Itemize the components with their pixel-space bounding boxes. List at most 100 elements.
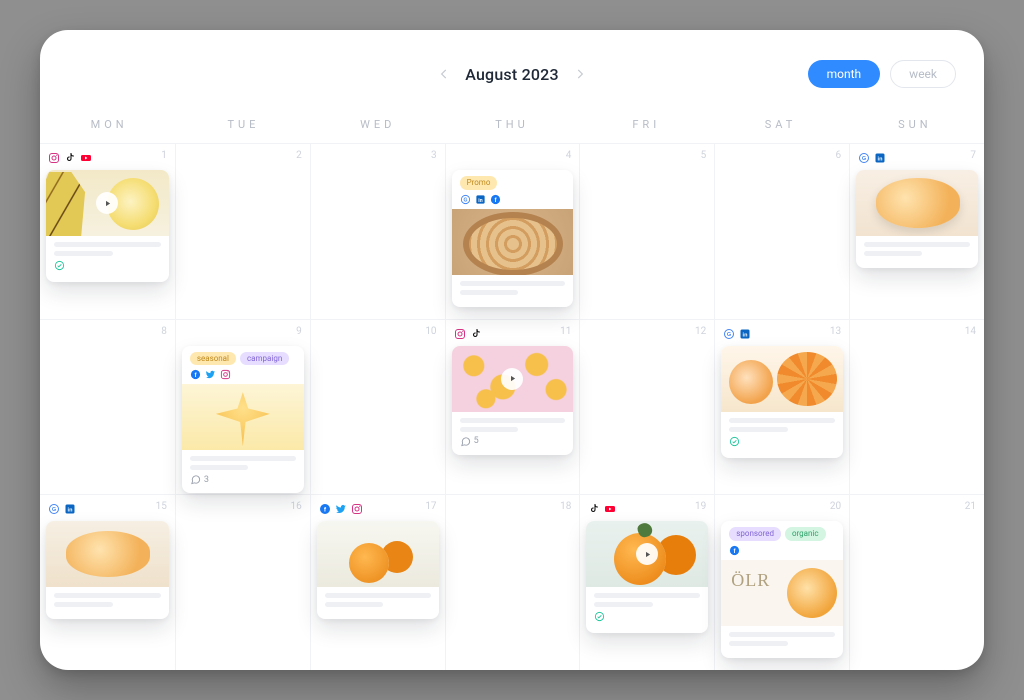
day-cell[interactable]: 1 xyxy=(40,143,175,319)
card-footer xyxy=(46,587,169,619)
calendar-grid: 1234PromoGinf567Gin89seasonalcampaignf31… xyxy=(40,143,984,670)
card-tag: organic xyxy=(785,527,826,541)
card-thumbnail xyxy=(317,521,439,587)
day-cell[interactable]: 17f xyxy=(310,494,445,670)
post-card[interactable] xyxy=(46,521,169,619)
post-card[interactable]: seasonalcampaignf3 xyxy=(182,346,304,494)
day-number: 6 xyxy=(836,150,842,161)
view-toggle: month week xyxy=(808,60,956,88)
post-card[interactable] xyxy=(317,521,439,619)
svg-text:G: G xyxy=(727,332,731,338)
weekday-label: WED xyxy=(311,118,445,131)
day-cell[interactable]: 10 xyxy=(310,319,445,495)
facebook-icon: f xyxy=(319,503,331,515)
next-month-button[interactable] xyxy=(573,67,587,81)
day-number: 19 xyxy=(695,501,706,512)
post-card[interactable]: sponsoredorganicf xyxy=(721,521,843,658)
day-cell[interactable]: 13Gin xyxy=(714,319,849,495)
card-thumbnail xyxy=(182,384,304,450)
day-number: 14 xyxy=(965,326,976,337)
card-footer xyxy=(452,275,574,307)
post-card[interactable] xyxy=(856,170,978,268)
header: August 2023 month week xyxy=(40,30,984,118)
day-cell[interactable]: 20sponsoredorganicf xyxy=(714,494,849,670)
day-cell[interactable]: 8 xyxy=(40,319,175,495)
card-thumbnail xyxy=(46,170,169,236)
post-card[interactable]: 5 xyxy=(452,346,574,455)
instagram-icon xyxy=(454,328,466,340)
calendar-window: August 2023 month week MON TUE WED THU F… xyxy=(40,30,984,670)
card-footer xyxy=(721,412,843,458)
day-cell[interactable]: 3 xyxy=(310,143,445,319)
day-cell[interactable]: 5 xyxy=(579,143,714,319)
post-card[interactable]: PromoGinf xyxy=(452,170,574,307)
tiktok-icon xyxy=(588,503,600,515)
facebook-icon: f xyxy=(190,369,201,380)
play-icon xyxy=(636,543,658,565)
instagram-icon xyxy=(351,503,363,515)
day-cell[interactable]: 19 xyxy=(579,494,714,670)
youtube-icon xyxy=(604,503,616,515)
day-cell[interactable]: 16 xyxy=(175,494,310,670)
view-month-button[interactable]: month xyxy=(808,60,881,88)
platform-icons xyxy=(588,503,616,515)
day-cell[interactable]: 21 xyxy=(849,494,984,670)
card-platform-icons: Ginf xyxy=(452,194,574,209)
day-number: 21 xyxy=(965,501,976,512)
weekday-label: SAT xyxy=(713,118,847,131)
day-cell[interactable]: 18 xyxy=(445,494,580,670)
weekday-label: THU xyxy=(445,118,579,131)
day-cell[interactable]: 2 xyxy=(175,143,310,319)
day-number: 16 xyxy=(290,501,301,512)
day-number: 12 xyxy=(695,326,706,337)
card-footer: 5 xyxy=(452,412,574,455)
day-number: 10 xyxy=(425,326,436,337)
weekday-label: FRI xyxy=(579,118,713,131)
weekday-label: TUE xyxy=(176,118,310,131)
day-cell[interactable]: 4PromoGinf xyxy=(445,143,580,319)
day-number: 7 xyxy=(970,150,976,161)
day-number: 5 xyxy=(701,150,707,161)
svg-text:f: f xyxy=(194,373,196,379)
day-number: 1 xyxy=(161,150,167,161)
google-icon: G xyxy=(48,503,60,515)
view-week-button[interactable]: week xyxy=(890,60,956,88)
day-cell[interactable]: 9seasonalcampaignf3 xyxy=(175,319,310,495)
day-number: 8 xyxy=(161,326,167,337)
platform-icons: Gin xyxy=(858,152,886,164)
card-thumbnail xyxy=(46,521,169,587)
day-cell[interactable]: 12 xyxy=(579,319,714,495)
card-platform-icons: f xyxy=(721,545,843,560)
month-title: August 2023 xyxy=(465,65,559,84)
day-cell[interactable]: 15Gin xyxy=(40,494,175,670)
twitter-icon xyxy=(205,369,216,380)
tiktok-icon xyxy=(64,152,76,164)
card-footer xyxy=(46,236,169,282)
day-cell[interactable]: 6 xyxy=(714,143,849,319)
weekday-label: SUN xyxy=(848,118,982,131)
twitter-icon xyxy=(335,503,347,515)
card-thumbnail xyxy=(452,346,574,412)
day-cell[interactable]: 14 xyxy=(849,319,984,495)
post-card[interactable] xyxy=(586,521,708,633)
card-platform-icons: f xyxy=(182,369,304,384)
post-card[interactable] xyxy=(46,170,169,282)
comments-count: 3 xyxy=(190,474,209,485)
day-cell[interactable]: 115 xyxy=(445,319,580,495)
card-tag: campaign xyxy=(240,352,289,366)
card-footer xyxy=(586,587,708,633)
card-thumbnail xyxy=(721,346,843,412)
platform-icons: Gin xyxy=(48,503,76,515)
linkedin-icon: in xyxy=(475,194,486,205)
prev-month-button[interactable] xyxy=(437,67,451,81)
day-cell[interactable]: 7 Gin xyxy=(849,143,984,319)
svg-text:in: in xyxy=(878,157,884,163)
day-number: 9 xyxy=(296,326,302,337)
approved-icon xyxy=(54,260,65,274)
play-icon xyxy=(96,192,118,214)
svg-text:in: in xyxy=(743,332,749,338)
approved-icon xyxy=(729,436,740,450)
post-card[interactable] xyxy=(721,346,843,458)
svg-text:G: G xyxy=(52,507,56,513)
svg-text:in: in xyxy=(478,197,482,203)
